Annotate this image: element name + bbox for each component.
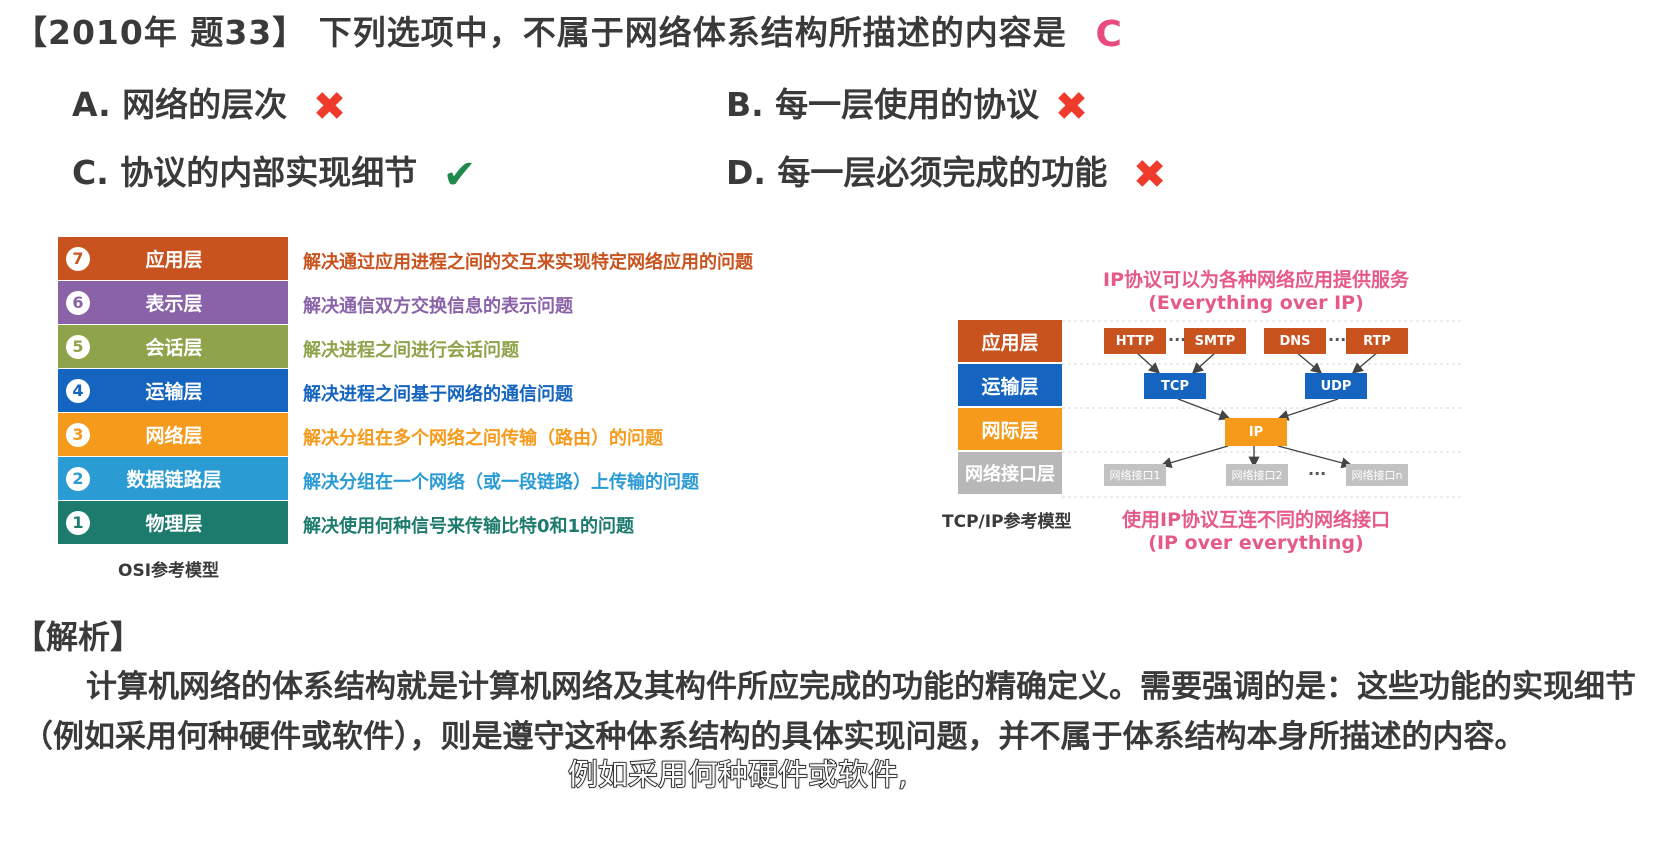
layer-number-badge: 3 bbox=[66, 422, 90, 447]
osi-layer-name: 运输层 bbox=[145, 381, 203, 403]
osi-layer-6: 6 表示层 bbox=[58, 281, 288, 324]
osi-layer-2: 2 数据链路层 bbox=[58, 457, 288, 500]
osi-layer-desc: 解决进程之间进行会话问题 bbox=[303, 340, 519, 361]
option-c: C. 协议的内部实现细节 ✔ bbox=[72, 146, 476, 198]
top-note-line2: (Everything over IP) bbox=[1148, 292, 1364, 314]
protocol-ip: IP bbox=[1225, 418, 1287, 446]
wrong-mark-icon: ✖ bbox=[1054, 83, 1089, 130]
ellipsis: ··· bbox=[1328, 330, 1347, 349]
network-interface-2: 网络接口2 bbox=[1226, 464, 1288, 486]
osi-layer-name: 应用层 bbox=[145, 249, 203, 271]
osi-layer-3: 3 网络层 bbox=[58, 413, 288, 456]
bottom-note-line1: 使用IP协议互连不同的网络接口 bbox=[1122, 509, 1390, 531]
bottom-note: 使用IP协议互连不同的网络接口 (IP over everything) bbox=[1100, 505, 1412, 554]
osi-layer-name: 物理层 bbox=[145, 513, 203, 535]
layer-number-badge: 7 bbox=[66, 246, 90, 271]
layer-number-badge: 5 bbox=[66, 334, 90, 359]
top-note: IP协议可以为各种网络应用提供服务 (Everything over IP) bbox=[1100, 265, 1412, 314]
osi-layer-5: 5 会话层 bbox=[58, 325, 288, 368]
bottom-note-line2: (IP over everything) bbox=[1148, 532, 1364, 554]
layer-number-badge: 6 bbox=[66, 290, 90, 315]
layer-number-badge: 2 bbox=[66, 466, 90, 491]
protocol-tcp: TCP bbox=[1144, 373, 1206, 399]
protocol-dns: DNS bbox=[1264, 328, 1326, 354]
osi-layer-name: 表示层 bbox=[145, 293, 203, 315]
check-mark-icon: ✔ bbox=[442, 151, 477, 198]
wrong-mark-icon: ✖ bbox=[312, 83, 347, 130]
tcpip-layer-application: 应用层 bbox=[958, 320, 1062, 362]
wrong-mark-icon: ✖ bbox=[1132, 151, 1167, 198]
option-b: B. 每一层使用的协议 ✖ bbox=[726, 78, 1088, 130]
option-d-label: D. 每一层必须完成的功能 bbox=[726, 153, 1108, 192]
osi-layer-1: 1 物理层 bbox=[58, 501, 288, 544]
osi-layer-name: 数据链路层 bbox=[126, 469, 222, 491]
analysis-body: 计算机网络的体系结构就是计算机网络及其构件所应完成的功能的精确定义。需要强调的是… bbox=[22, 662, 1652, 762]
analysis-heading: 【解析】 bbox=[14, 618, 143, 656]
option-a: A. 网络的层次 ✖ bbox=[72, 78, 346, 130]
network-interface-1: 网络接口1 bbox=[1104, 464, 1166, 486]
top-note-line1: IP协议可以为各种网络应用提供服务 bbox=[1103, 269, 1409, 291]
osi-layer-desc: 解决分组在多个网络之间传输（路由）的问题 bbox=[303, 428, 663, 449]
protocol-http: HTTP bbox=[1104, 328, 1166, 354]
protocol-rtp: RTP bbox=[1346, 328, 1408, 354]
osi-layer-name: 会话层 bbox=[145, 337, 203, 359]
option-d: D. 每一层必须完成的功能 ✖ bbox=[726, 146, 1166, 198]
protocol-smtp: SMTP bbox=[1184, 328, 1246, 354]
question-text: 【2010年 题33】 下列选项中，不属于网络体系结构所描述的内容是 bbox=[14, 13, 1067, 52]
protocol-udp: UDP bbox=[1305, 373, 1367, 399]
osi-layer-desc: 解决通过应用进程之间的交互来实现特定网络应用的问题 bbox=[303, 252, 753, 273]
tcpip-caption: TCP/IP参考模型 bbox=[942, 512, 1072, 532]
osi-caption: OSI参考模型 bbox=[118, 561, 220, 581]
osi-layer-desc: 解决分组在一个网络（或一段链路）上传输的问题 bbox=[303, 472, 699, 493]
layer-number-badge: 1 bbox=[66, 510, 90, 535]
osi-layer-desc: 解决使用何种信号来传输比特0和1的问题 bbox=[303, 516, 635, 537]
ellipsis: ··· bbox=[1308, 464, 1327, 483]
tcpip-layer-link: 网络接口层 bbox=[958, 452, 1062, 494]
osi-layer-desc: 解决通信双方交换信息的表示问题 bbox=[303, 296, 573, 317]
network-interface-n: 网络接口n bbox=[1346, 464, 1408, 486]
analysis-text: 计算机网络的体系结构就是计算机网络及其构件所应完成的功能的精确定义。需要强调的是… bbox=[22, 669, 1636, 755]
option-c-label: C. 协议的内部实现细节 bbox=[72, 153, 418, 192]
answer-letter: C bbox=[1095, 13, 1123, 55]
question-title: 【2010年 题33】 下列选项中，不属于网络体系结构所描述的内容是 C bbox=[14, 6, 1129, 55]
layer-number-badge: 4 bbox=[66, 378, 90, 403]
tcpip-layer-internet: 网际层 bbox=[958, 408, 1062, 450]
osi-layer-desc: 解决进程之间基于网络的通信问题 bbox=[303, 384, 573, 405]
tcpip-layer-transport: 运输层 bbox=[958, 364, 1062, 406]
option-b-label: B. 每一层使用的协议 bbox=[726, 85, 1040, 124]
option-a-label: A. 网络的层次 bbox=[72, 85, 288, 124]
video-subtitle: 例如采用何种硬件或软件, bbox=[567, 757, 908, 794]
osi-layer-7: 7 应用层 bbox=[58, 237, 288, 280]
osi-layer-name: 网络层 bbox=[145, 425, 203, 447]
osi-layer-4: 4 运输层 bbox=[58, 369, 288, 412]
